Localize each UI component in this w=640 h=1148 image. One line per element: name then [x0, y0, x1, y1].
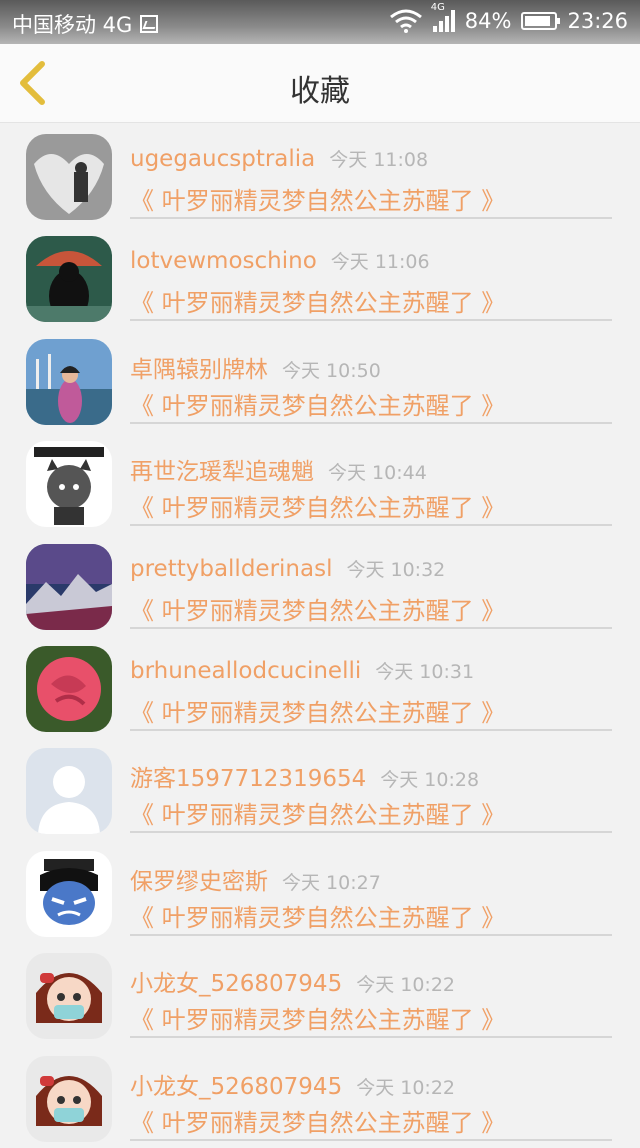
- divider: [130, 1036, 612, 1039]
- cell-signal-icon: 4G: [431, 2, 455, 32]
- avatar[interactable]: [26, 645, 112, 732]
- list-item[interactable]: 再世汔瑗犁追魂魈 今天 10:44 《 叶罗丽精灵梦自然公主苏醒了 》: [0, 431, 640, 533]
- battery-icon: [521, 12, 561, 30]
- username[interactable]: ugegaucsptralia: [130, 146, 315, 172]
- post-title-link[interactable]: 《 叶罗丽精灵梦自然公主苏醒了 》: [130, 386, 505, 421]
- post-title-link[interactable]: 《 叶罗丽精灵梦自然公主苏醒了 》: [130, 1000, 505, 1035]
- carrier-label: 中国移动 4G: [12, 13, 133, 37]
- battery-percent: 84%: [464, 9, 512, 33]
- image-notification-icon: [140, 15, 159, 33]
- timestamp: 今天 10:50: [282, 359, 381, 382]
- username[interactable]: 再世汔瑗犁追魂魈: [130, 459, 314, 485]
- title-bar: 收藏: [0, 44, 640, 123]
- timestamp: 今天 10:44: [328, 462, 427, 485]
- divider: [130, 421, 612, 424]
- avatar[interactable]: [26, 134, 112, 220]
- avatar[interactable]: [26, 953, 112, 1040]
- post-title-link[interactable]: 《 叶罗丽精灵梦自然公主苏醒了 》: [130, 181, 505, 216]
- timestamp: 今天 10:22: [356, 974, 455, 997]
- avatar[interactable]: [26, 850, 112, 937]
- favorites-list: ugegaucsptralia 今天 11:08 《 叶罗丽精灵梦自然公主苏醒了 …: [0, 124, 640, 1148]
- username[interactable]: lotvewmoschino: [130, 248, 317, 274]
- username[interactable]: 保罗缪史密斯: [130, 869, 268, 895]
- timestamp: 今天 10:27: [282, 871, 381, 894]
- timestamp: 今天 10:32: [346, 558, 446, 581]
- list-item[interactable]: 小龙女_526807945 今天 10:22 《 叶罗丽精灵梦自然公主苏醒了 》: [0, 1046, 640, 1148]
- timestamp: 今天 10:22: [356, 1076, 455, 1099]
- post-title-link[interactable]: 《 叶罗丽精灵梦自然公主苏醒了 》: [130, 488, 505, 523]
- divider: [130, 217, 612, 219]
- list-item[interactable]: 保罗缪史密斯 今天 10:27 《 叶罗丽精灵梦自然公主苏醒了 》: [0, 841, 640, 943]
- wifi-icon: [389, 9, 422, 33]
- post-title-link[interactable]: 《 叶罗丽精灵梦自然公主苏醒了 》: [130, 795, 505, 830]
- list-item[interactable]: ugegaucsptralia 今天 11:08 《 叶罗丽精灵梦自然公主苏醒了 …: [0, 124, 640, 226]
- page-title: 收藏: [290, 74, 350, 109]
- list-item[interactable]: 卓隅辕别牌林 今天 10:50 《 叶罗丽精灵梦自然公主苏醒了 》: [0, 329, 640, 431]
- divider: [130, 728, 612, 731]
- timestamp: 今天 10:31: [375, 660, 475, 683]
- list-item[interactable]: 小龙女_526807945 今天 10:22 《 叶罗丽精灵梦自然公主苏醒了 》: [0, 943, 640, 1045]
- username[interactable]: 游客1597712319654: [130, 766, 366, 792]
- list-item[interactable]: lotvewmoschino 今天 11:06 《 叶罗丽精灵梦自然公主苏醒了 》: [0, 226, 640, 328]
- post-title-link[interactable]: 《 叶罗丽精灵梦自然公主苏醒了 》: [130, 591, 505, 626]
- list-item[interactable]: 游客1597712319654 今天 10:28 《 叶罗丽精灵梦自然公主苏醒了 …: [0, 738, 640, 840]
- avatar[interactable]: [26, 338, 112, 425]
- timestamp: 今天 10:28: [380, 769, 480, 792]
- post-title-link[interactable]: 《 叶罗丽精灵梦自然公主苏醒了 》: [130, 1103, 505, 1138]
- avatar[interactable]: [26, 543, 112, 630]
- status-bar: 中国移动 4G 4G 84% 23:26: [0, 0, 640, 44]
- post-title-link[interactable]: 《 叶罗丽精灵梦自然公主苏醒了 》: [130, 898, 505, 933]
- divider: [130, 1138, 612, 1141]
- username[interactable]: 卓隅辕别牌林: [130, 357, 268, 383]
- divider: [130, 524, 612, 527]
- username[interactable]: 小龙女_526807945: [130, 971, 342, 997]
- timestamp: 今天 11:06: [330, 251, 430, 274]
- avatar[interactable]: [26, 236, 112, 323]
- divider: [130, 933, 612, 936]
- avatar[interactable]: [26, 441, 112, 528]
- username[interactable]: 小龙女_526807945: [130, 1074, 342, 1100]
- list-item[interactable]: brhuneallodcucinelli 今天 10:31 《 叶罗丽精灵梦自然公…: [0, 636, 640, 738]
- username[interactable]: prettyballderinasl: [130, 556, 332, 582]
- timestamp: 今天 11:08: [329, 149, 429, 171]
- list-item[interactable]: prettyballderinasl 今天 10:32 《 叶罗丽精灵梦自然公主苏…: [0, 534, 640, 636]
- network-tag: 4G: [430, 2, 445, 13]
- avatar[interactable]: [26, 748, 112, 835]
- username[interactable]: brhuneallodcucinelli: [130, 658, 361, 684]
- divider: [130, 319, 612, 322]
- avatar[interactable]: [26, 1055, 112, 1142]
- divider: [130, 626, 612, 629]
- clock: 23:26: [567, 9, 628, 33]
- post-title-link[interactable]: 《 叶罗丽精灵梦自然公主苏醒了 》: [130, 693, 505, 728]
- post-title-link[interactable]: 《 叶罗丽精灵梦自然公主苏醒了 》: [130, 283, 505, 318]
- divider: [130, 831, 612, 834]
